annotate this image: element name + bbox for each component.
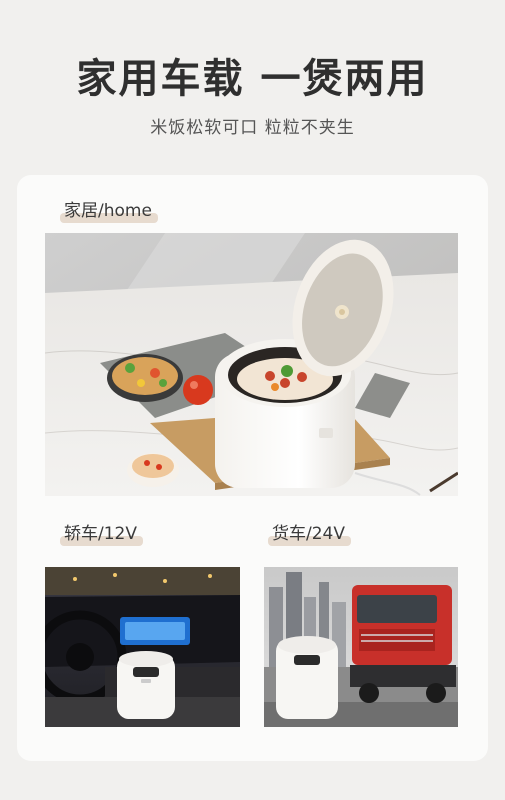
main-title: 家用车载 一煲两用 [76, 56, 429, 102]
truck-label: 货车/24V [272, 524, 345, 544]
car-label-block: 轿车/12V [60, 519, 143, 546]
home-label: 家居/home [64, 201, 152, 221]
home-label-block: 家居/home [60, 196, 158, 223]
truck-scene-image [264, 567, 458, 727]
truck-photo [264, 567, 458, 727]
subtitle: 米饭松软可口 粒粒不夹生 [150, 118, 355, 138]
kitchen-scene-image [45, 233, 458, 496]
car-interior-scene-image [45, 567, 240, 727]
car-label: 轿车/12V [64, 524, 137, 544]
car-photo [45, 567, 240, 727]
home-photo [45, 233, 458, 496]
truck-label-block: 货车/24V [268, 519, 351, 546]
